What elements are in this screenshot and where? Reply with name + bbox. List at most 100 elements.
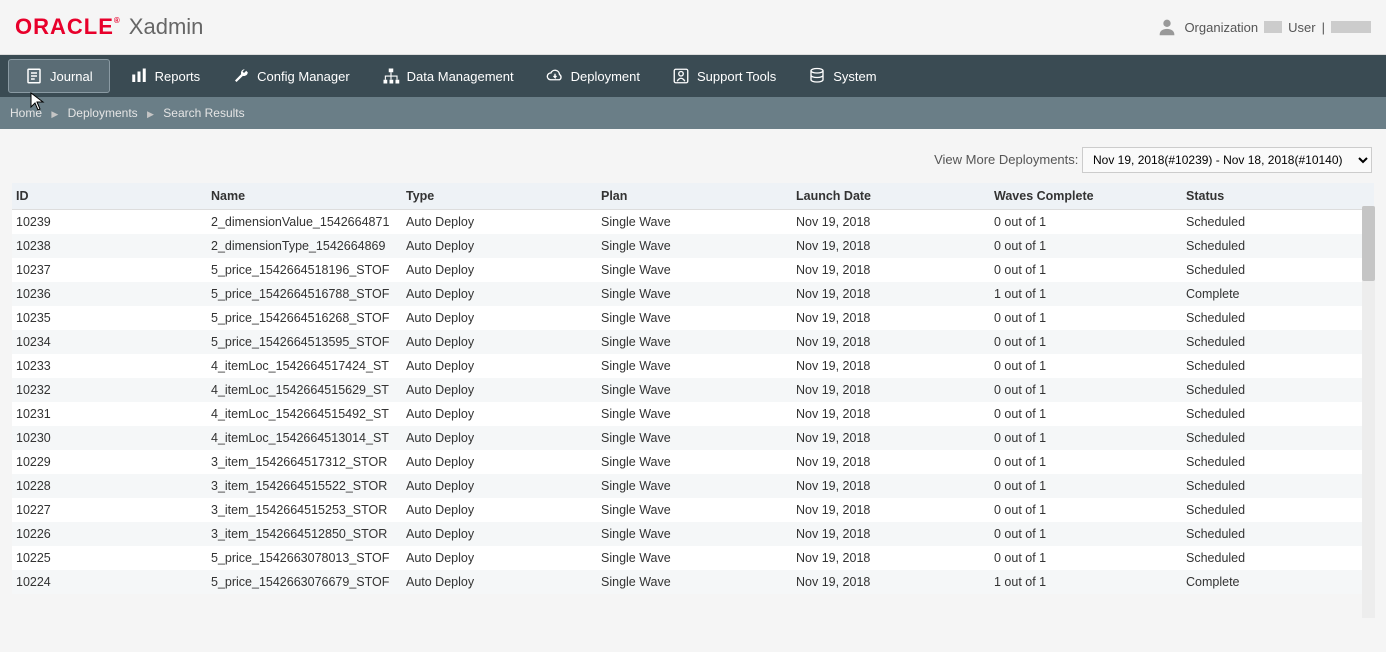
cell-id: 10237 [12,258,207,282]
view-more-select[interactable]: Nov 19, 2018(#10239) - Nov 18, 2018(#101… [1082,147,1372,173]
scrollbar-thumb[interactable] [1362,206,1375,281]
nav-journal[interactable]: Journal [8,59,110,93]
nav-item-label: Config Manager [257,69,350,84]
col-header-id[interactable]: ID [12,183,207,210]
breadcrumb-search-results: Search Results [163,106,244,120]
nav-deployment[interactable]: Deployment [530,55,656,97]
nav-item-label: Data Management [407,69,514,84]
col-header-plan[interactable]: Plan [597,183,792,210]
cell-type: Auto Deploy [402,402,597,426]
cell-launch: Nov 19, 2018 [792,234,990,258]
col-header-type[interactable]: Type [402,183,597,210]
cell-name: 5_price_1542664516268_STOF [207,306,402,330]
cell-status: Scheduled [1182,522,1374,546]
col-header-name[interactable]: Name [207,183,402,210]
cell-launch: Nov 19, 2018 [792,306,990,330]
user-icon [1156,16,1178,38]
table-row[interactable]: 102314_itemLoc_1542664515492_STAuto Depl… [12,402,1374,426]
table-row[interactable]: 102245_price_1542663076679_STOFAuto Depl… [12,570,1374,594]
chevron-right-icon: ▶ [147,109,154,119]
cell-launch: Nov 19, 2018 [792,474,990,498]
table-row[interactable]: 102355_price_1542664516268_STOFAuto Depl… [12,306,1374,330]
col-header-launch[interactable]: Launch Date [792,183,990,210]
breadcrumb-home[interactable]: Home [10,106,42,120]
table-row[interactable]: 102293_item_1542664517312_STORAuto Deplo… [12,450,1374,474]
cell-name: 5_price_1542664513595_STOF [207,330,402,354]
wrench-icon [232,67,250,85]
cell-launch: Nov 19, 2018 [792,354,990,378]
table-row[interactable]: 102375_price_1542664518196_STOFAuto Depl… [12,258,1374,282]
cell-launch: Nov 19, 2018 [792,426,990,450]
cell-id: 10226 [12,522,207,546]
deployments-table: ID Name Type Plan Launch Date Waves Comp… [12,183,1374,594]
table-row[interactable]: 102273_item_1542664515253_STORAuto Deplo… [12,498,1374,522]
cell-id: 10230 [12,426,207,450]
cell-waves: 0 out of 1 [990,354,1182,378]
cell-type: Auto Deploy [402,234,597,258]
cell-waves: 1 out of 1 [990,282,1182,306]
main-nav: Journal Reports Config Manager Data Mana… [0,55,1386,97]
nav-item-label: Reports [155,69,201,84]
org-label: Organization [1184,20,1258,35]
view-more-label: View More Deployments: [934,152,1078,167]
table-row[interactable]: 102263_item_1542664512850_STORAuto Deplo… [12,522,1374,546]
table-row[interactable]: 102392_dimensionValue_1542664871Auto Dep… [12,210,1374,235]
nav-data-management[interactable]: Data Management [366,55,530,97]
bar-chart-icon [130,67,148,85]
table-row[interactable]: 102255_price_1542663078013_STOFAuto Depl… [12,546,1374,570]
cell-launch: Nov 19, 2018 [792,498,990,522]
nav-reports[interactable]: Reports [114,55,217,97]
deployments-table-wrap: ID Name Type Plan Launch Date Waves Comp… [12,183,1374,594]
database-icon [808,67,826,85]
cloud-download-icon [546,67,564,85]
cell-status: Scheduled [1182,498,1374,522]
cell-plan: Single Wave [597,306,792,330]
cell-type: Auto Deploy [402,378,597,402]
nav-support-tools[interactable]: Support Tools [656,55,792,97]
cell-waves: 1 out of 1 [990,570,1182,594]
table-row[interactable]: 102365_price_1542664516788_STOFAuto Depl… [12,282,1374,306]
cell-name: 5_price_1542663078013_STOF [207,546,402,570]
cell-waves: 0 out of 1 [990,234,1182,258]
cell-plan: Single Wave [597,546,792,570]
cell-type: Auto Deploy [402,354,597,378]
cell-plan: Single Wave [597,450,792,474]
user-sep: | [1322,20,1325,35]
breadcrumb-deployments[interactable]: Deployments [68,106,138,120]
nav-system[interactable]: System [792,55,892,97]
cell-waves: 0 out of 1 [990,498,1182,522]
cell-id: 10229 [12,450,207,474]
cell-waves: 0 out of 1 [990,402,1182,426]
cell-type: Auto Deploy [402,258,597,282]
cell-name: 5_price_1542664516788_STOF [207,282,402,306]
user-area: Organization User | [1156,16,1371,38]
nav-item-label: Deployment [571,69,640,84]
cell-waves: 0 out of 1 [990,330,1182,354]
cell-plan: Single Wave [597,570,792,594]
table-row[interactable]: 102304_itemLoc_1542664513014_STAuto Depl… [12,426,1374,450]
cell-launch: Nov 19, 2018 [792,330,990,354]
cell-status: Scheduled [1182,258,1374,282]
cell-launch: Nov 19, 2018 [792,570,990,594]
nav-config-manager[interactable]: Config Manager [216,55,366,97]
table-row[interactable]: 102283_item_1542664515522_STORAuto Deplo… [12,474,1374,498]
cell-plan: Single Wave [597,282,792,306]
cell-name: 4_itemLoc_1542664515629_ST [207,378,402,402]
cell-name: 3_item_1542664515522_STOR [207,474,402,498]
cell-plan: Single Wave [597,354,792,378]
cell-id: 10228 [12,474,207,498]
table-row[interactable]: 102345_price_1542664513595_STOFAuto Depl… [12,330,1374,354]
table-row[interactable]: 102324_itemLoc_1542664515629_STAuto Depl… [12,378,1374,402]
cell-name: 3_item_1542664517312_STOR [207,450,402,474]
table-row[interactable]: 102382_dimensionType_1542664869Auto Depl… [12,234,1374,258]
cell-id: 10238 [12,234,207,258]
cell-status: Scheduled [1182,450,1374,474]
col-header-status[interactable]: Status [1182,183,1374,210]
table-row[interactable]: 102334_itemLoc_1542664517424_STAuto Depl… [12,354,1374,378]
cell-waves: 0 out of 1 [990,378,1182,402]
cell-name: 5_price_1542664518196_STOF [207,258,402,282]
user-value-placeholder [1331,21,1371,33]
nav-item-label: Journal [50,69,93,84]
cell-name: 5_price_1542663076679_STOF [207,570,402,594]
col-header-waves[interactable]: Waves Complete [990,183,1182,210]
